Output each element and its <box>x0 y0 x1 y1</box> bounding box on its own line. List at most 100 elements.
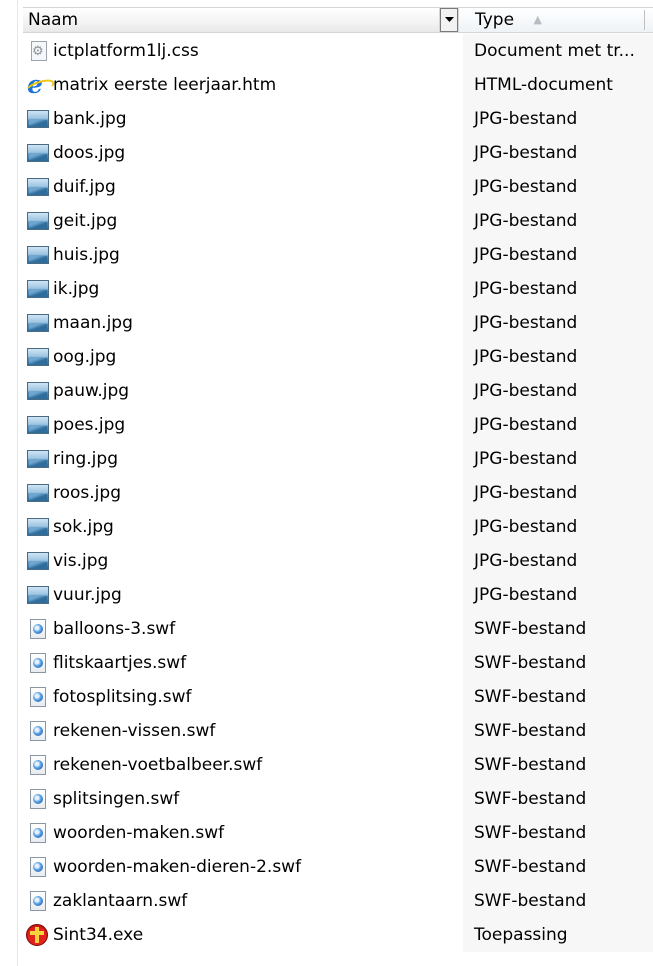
file-name-cell[interactable]: ring.jpg <box>23 442 463 476</box>
image-file-icon <box>25 243 51 267</box>
file-row[interactable]: bank.jpg JPG-bestand <box>23 102 653 136</box>
file-row[interactable]: doos.jpg JPG-bestand <box>23 136 653 170</box>
file-row[interactable]: zaklantaarn.swf SWF-bestand <box>23 884 653 918</box>
file-row[interactable]: sok.jpg JPG-bestand <box>23 510 653 544</box>
file-name-cell[interactable]: e matrix eerste leerjaar.htm <box>23 68 463 102</box>
file-name: flitskaartjes.swf <box>53 653 187 673</box>
file-type: JPG-bestand <box>463 374 653 408</box>
file-name-cell[interactable]: woorden-maken.swf <box>23 816 463 850</box>
file-name: ictplatform1lj.css <box>53 41 199 61</box>
image-file-icon <box>25 175 51 199</box>
image-file-icon <box>25 515 51 539</box>
file-row[interactable]: oog.jpg JPG-bestand <box>23 340 653 374</box>
file-name-cell[interactable]: oog.jpg <box>23 340 463 374</box>
column-header-type[interactable]: Type ▲ <box>458 8 653 32</box>
file-row[interactable]: e matrix eerste leerjaar.htm HTML-document <box>23 68 653 102</box>
file-name: bank.jpg <box>53 109 127 129</box>
file-name: fotosplitsing.swf <box>53 687 192 707</box>
file-row[interactable]: ring.jpg JPG-bestand <box>23 442 653 476</box>
file-name-cell[interactable]: ictplatform1lj.css <box>23 34 463 68</box>
file-row[interactable]: fotosplitsing.swf SWF-bestand <box>23 680 653 714</box>
file-row[interactable]: pauw.jpg JPG-bestand <box>23 374 653 408</box>
file-type: JPG-bestand <box>463 272 653 306</box>
file-name-cell[interactable]: ik.jpg <box>23 272 463 306</box>
file-name: balloons-3.swf <box>53 619 176 639</box>
file-row[interactable]: vis.jpg JPG-bestand <box>23 544 653 578</box>
file-name: vuur.jpg <box>53 585 122 605</box>
file-name-cell[interactable]: rekenen-voetbalbeer.swf <box>23 748 463 782</box>
file-type: JPG-bestand <box>463 476 653 510</box>
file-row[interactable]: flitskaartjes.swf SWF-bestand <box>23 646 653 680</box>
file-row[interactable]: woorden-maken-dieren-2.swf SWF-bestand <box>23 850 653 884</box>
column-header-name-label: Naam <box>28 10 79 30</box>
file-type: JPG-bestand <box>463 544 653 578</box>
image-file-icon <box>25 583 51 607</box>
file-name-cell[interactable]: pauw.jpg <box>23 374 463 408</box>
file-row[interactable]: rekenen-voetbalbeer.swf SWF-bestand <box>23 748 653 782</box>
column-divider[interactable] <box>644 10 645 30</box>
file-row[interactable]: vuur.jpg JPG-bestand <box>23 578 653 612</box>
file-row[interactable]: rekenen-vissen.swf SWF-bestand <box>23 714 653 748</box>
swf-file-icon <box>25 685 51 709</box>
exe-sint-icon <box>25 923 51 947</box>
file-row[interactable]: duif.jpg JPG-bestand <box>23 170 653 204</box>
file-name: oog.jpg <box>53 347 117 367</box>
file-name: woorden-maken.swf <box>53 823 225 843</box>
file-name-cell[interactable]: geit.jpg <box>23 204 463 238</box>
file-row[interactable]: woorden-maken.swf SWF-bestand <box>23 816 653 850</box>
file-row[interactable]: roos.jpg JPG-bestand <box>23 476 653 510</box>
file-row[interactable]: poes.jpg JPG-bestand <box>23 408 653 442</box>
file-name-cell[interactable]: poes.jpg <box>23 408 463 442</box>
file-name-cell[interactable]: bank.jpg <box>23 102 463 136</box>
file-row[interactable]: maan.jpg JPG-bestand <box>23 306 653 340</box>
sort-ascending-icon: ▲ <box>533 13 542 26</box>
file-name-cell[interactable]: Sint34.exe <box>23 918 463 952</box>
column-header-name[interactable]: Naam <box>23 8 440 32</box>
file-name-cell[interactable]: vuur.jpg <box>23 578 463 612</box>
file-type: SWF-bestand <box>463 884 653 918</box>
file-type: SWF-bestand <box>463 646 653 680</box>
file-name: sok.jpg <box>53 517 114 537</box>
file-row[interactable]: splitsingen.swf SWF-bestand <box>23 782 653 816</box>
file-type: SWF-bestand <box>463 816 653 850</box>
file-name-cell[interactable]: woorden-maken-dieren-2.swf <box>23 850 463 884</box>
file-name-cell[interactable]: vis.jpg <box>23 544 463 578</box>
file-name-cell[interactable]: maan.jpg <box>23 306 463 340</box>
file-type: SWF-bestand <box>463 714 653 748</box>
file-name-cell[interactable]: fotosplitsing.swf <box>23 680 463 714</box>
file-name: poes.jpg <box>53 415 126 435</box>
file-row[interactable]: balloons-3.swf SWF-bestand <box>23 612 653 646</box>
file-row[interactable]: Sint34.exe Toepassing <box>23 918 653 952</box>
file-type: HTML-document <box>463 68 653 102</box>
file-type: JPG-bestand <box>463 306 653 340</box>
file-name-cell[interactable]: splitsingen.swf <box>23 782 463 816</box>
file-name-cell[interactable]: zaklantaarn.swf <box>23 884 463 918</box>
file-row[interactable]: geit.jpg JPG-bestand <box>23 204 653 238</box>
file-name-cell[interactable]: flitskaartjes.swf <box>23 646 463 680</box>
file-name-cell[interactable]: huis.jpg <box>23 238 463 272</box>
image-file-icon <box>25 549 51 573</box>
file-row[interactable]: ik.jpg JPG-bestand <box>23 272 653 306</box>
file-row[interactable]: huis.jpg JPG-bestand <box>23 238 653 272</box>
column-header-bar: Naam Type ▲ <box>23 7 653 33</box>
file-name-cell[interactable]: roos.jpg <box>23 476 463 510</box>
file-type: JPG-bestand <box>463 578 653 612</box>
swf-file-icon <box>25 787 51 811</box>
file-list: ictplatform1lj.css Document met tr... emat… <box>23 34 653 952</box>
image-file-icon <box>25 277 51 301</box>
file-name: splitsingen.swf <box>53 789 180 809</box>
image-file-icon <box>25 413 51 437</box>
swf-file-icon <box>25 855 51 879</box>
file-name-cell[interactable]: doos.jpg <box>23 136 463 170</box>
file-name-cell[interactable]: rekenen-vissen.swf <box>23 714 463 748</box>
column-filter-dropdown-button[interactable] <box>440 8 458 32</box>
image-file-icon <box>25 107 51 131</box>
image-file-icon <box>25 481 51 505</box>
file-name: ik.jpg <box>53 279 100 299</box>
file-name-cell[interactable]: duif.jpg <box>23 170 463 204</box>
file-row[interactable]: ictplatform1lj.css Document met tr... <box>23 34 653 68</box>
file-name-cell[interactable]: balloons-3.swf <box>23 612 463 646</box>
image-file-icon <box>25 311 51 335</box>
file-type: JPG-bestand <box>463 136 653 170</box>
file-name-cell[interactable]: sok.jpg <box>23 510 463 544</box>
